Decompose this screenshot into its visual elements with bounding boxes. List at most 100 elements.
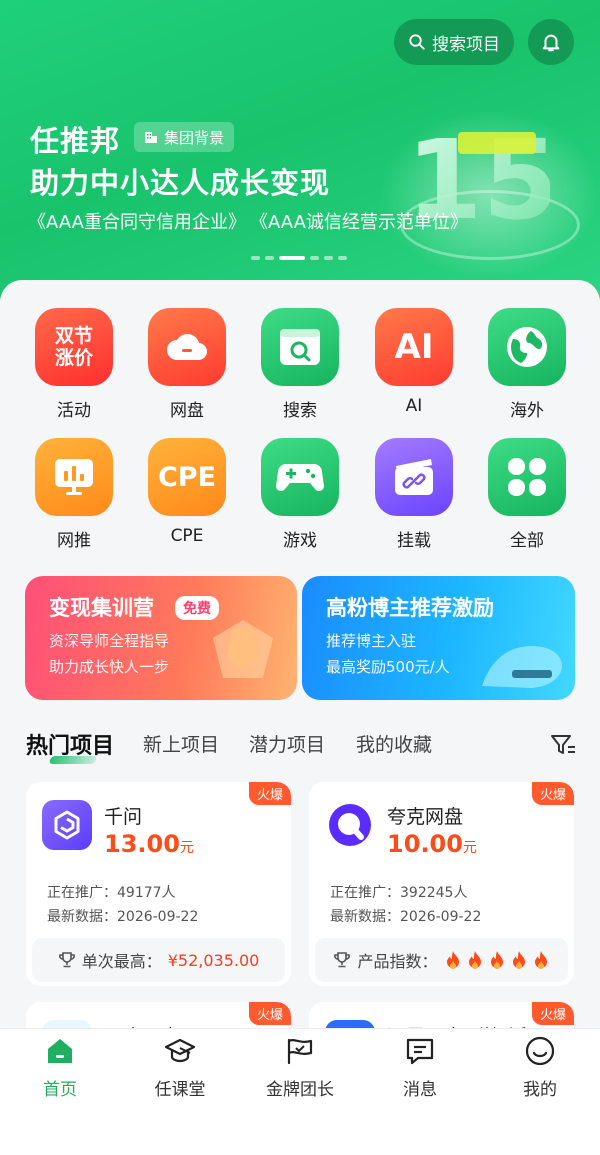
category-label: 网盘 [170, 401, 204, 421]
category-overseas[interactable]: 海外 [477, 308, 577, 421]
category-label: AI [405, 396, 423, 416]
hero-slogan: 助力中小达人成长变现 [30, 166, 331, 200]
category-all[interactable]: 全部 [477, 438, 577, 551]
bottom-nav: 首页 任课堂 金牌团长 消息 我的 [0, 1028, 600, 1155]
project-card[interactable]: 火爆 夸克网盘 10.00元 正在推广：392245人 最新数据：2026-09… [309, 782, 574, 986]
carousel-dot-active[interactable] [279, 256, 305, 260]
honors-row: 《AAA重合同守信用企业》 《AAA诚信经营示范单位》 [28, 208, 468, 234]
ai-icon: AI [375, 308, 453, 386]
nav-label: 任课堂 [154, 1080, 206, 1100]
nav-profile[interactable]: 我的 [480, 1035, 600, 1100]
tab-favorites[interactable]: 我的收藏 [356, 730, 432, 757]
category-label: 游戏 [283, 531, 317, 551]
bar-value: ¥52,035.00 [167, 950, 260, 970]
group-tag-label: 集团背景 [164, 128, 225, 147]
fire-icon [534, 951, 547, 969]
main-content: 双节涨价 活动 网盘 搜索 AI AI 海外 网推 CPE CPE 游戏 挂载 … [0, 280, 600, 1062]
hot-badge: 火爆 [531, 782, 574, 805]
banner-line: 资深导师全程指导 [49, 632, 170, 650]
tab-potential[interactable]: 潜力项目 [249, 730, 325, 757]
filter-icon[interactable] [550, 733, 576, 757]
carousel-dot[interactable] [324, 256, 333, 260]
project-name: 夸克网盘 [387, 806, 464, 828]
trophy-icon [334, 952, 351, 968]
tab-hot[interactable]: 热门项目 [26, 728, 114, 760]
project-name: 千问 [104, 806, 143, 828]
hero-banner[interactable]: 15 搜索项目 任推邦 集团背景 助力中小达人成长变现 《AAA重合同守信用企业… [0, 0, 600, 300]
project-price: 10.00元 [387, 830, 477, 858]
category-search[interactable]: 搜索 [250, 308, 350, 421]
quark-logo-icon [325, 800, 375, 850]
max-single-bar: 单次最高： ¥52,035.00 [32, 938, 285, 982]
search-button[interactable]: 搜索项目 [394, 19, 514, 65]
bell-icon [542, 34, 560, 52]
category-label: 网推 [57, 531, 91, 551]
carousel-dot[interactable] [310, 256, 319, 260]
carousel-dot[interactable] [251, 256, 260, 260]
project-tabs: 热门项目 新上项目 潜力项目 我的收藏 [26, 730, 576, 764]
banner-title: 变现集训营 [49, 596, 154, 620]
search-window-icon [261, 308, 339, 386]
trophy-icon [58, 952, 75, 968]
category-label: 挂载 [397, 531, 431, 551]
category-label: 全部 [510, 531, 544, 551]
carousel-dot[interactable] [265, 256, 274, 260]
message-icon [406, 1038, 434, 1065]
search-icon [409, 34, 425, 50]
cloud-icon [148, 308, 226, 386]
four-leaf-icon [488, 438, 566, 516]
nav-classroom[interactable]: 任课堂 [120, 1035, 240, 1100]
project-card[interactable]: 火爆 千问 13.00元 正在推广：49177人 最新数据：2026-09-22… [26, 782, 291, 986]
nav-messages[interactable]: 消息 [360, 1035, 480, 1100]
nav-label: 首页 [43, 1080, 77, 1100]
nav-label: 金牌团长 [266, 1080, 334, 1100]
category-cpe[interactable]: CPE CPE [137, 438, 237, 546]
honor-1: 《AAA重合同守信用企业》 [28, 212, 246, 233]
carousel-indicator[interactable] [251, 256, 347, 260]
flag-icon [287, 1038, 313, 1065]
nav-gold-leader[interactable]: 金牌团长 [240, 1035, 360, 1100]
link-clapper-icon [375, 438, 453, 516]
fire-icon [446, 951, 459, 969]
latest-data-date: 最新数据：2026-09-22 [47, 909, 199, 925]
category-activity[interactable]: 双节涨价 活动 [24, 308, 124, 421]
tab-new[interactable]: 新上项目 [143, 730, 219, 757]
category-ai[interactable]: AI AI [364, 308, 464, 416]
category-netdisk[interactable]: 网盘 [137, 308, 237, 421]
gamepad-icon [261, 438, 339, 516]
hot-badge: 火爆 [248, 782, 291, 805]
bar-label: 产品指数： [357, 952, 438, 971]
project-price: 13.00元 [104, 830, 194, 858]
promoting-count: 正在推广：49177人 [47, 885, 176, 901]
hot-badge: 火爆 [531, 1002, 574, 1025]
carousel-dot[interactable] [338, 256, 347, 260]
category-game[interactable]: 游戏 [250, 438, 350, 551]
fire-icon [512, 951, 525, 969]
latest-data-date: 最新数据：2026-09-22 [330, 909, 482, 925]
fire-icon [468, 951, 481, 969]
training-camp-banner[interactable]: 变现集训营 免费 资深导师全程指导 助力成长快人一步 [25, 576, 297, 700]
nav-home[interactable]: 首页 [0, 1035, 120, 1100]
search-label: 搜索项目 [432, 34, 500, 55]
honor-2: 《AAA诚信经营示范单位》 [249, 212, 468, 233]
graduation-cap-icon [164, 1038, 196, 1063]
nav-label: 消息 [403, 1080, 437, 1100]
category-label: CPE [170, 526, 204, 546]
blogger-referral-banner[interactable]: 高粉博主推荐激励 推荐博主入驻 最高奖励500元/人 [302, 576, 575, 700]
fire-icon [490, 951, 503, 969]
category-label: 海外 [510, 401, 544, 421]
banner-line: 最高奖励500元/人 [326, 658, 450, 676]
brand-title: 任推邦 [30, 124, 121, 158]
notification-button[interactable] [528, 19, 574, 65]
category-mount[interactable]: 挂载 [364, 438, 464, 551]
banner-line: 助力成长快人一步 [49, 658, 170, 676]
qianwen-logo-icon [42, 800, 92, 850]
smile-icon [525, 1036, 555, 1066]
chart-monitor-icon [35, 438, 113, 516]
category-label: 搜索 [283, 401, 317, 421]
category-webpush[interactable]: 网推 [24, 438, 124, 551]
group-background-tag[interactable]: 集团背景 [134, 122, 235, 152]
cpe-icon: CPE [148, 438, 226, 516]
product-index-bar: 产品指数： [315, 938, 568, 982]
banner-line: 推荐博主入驻 [326, 632, 417, 650]
